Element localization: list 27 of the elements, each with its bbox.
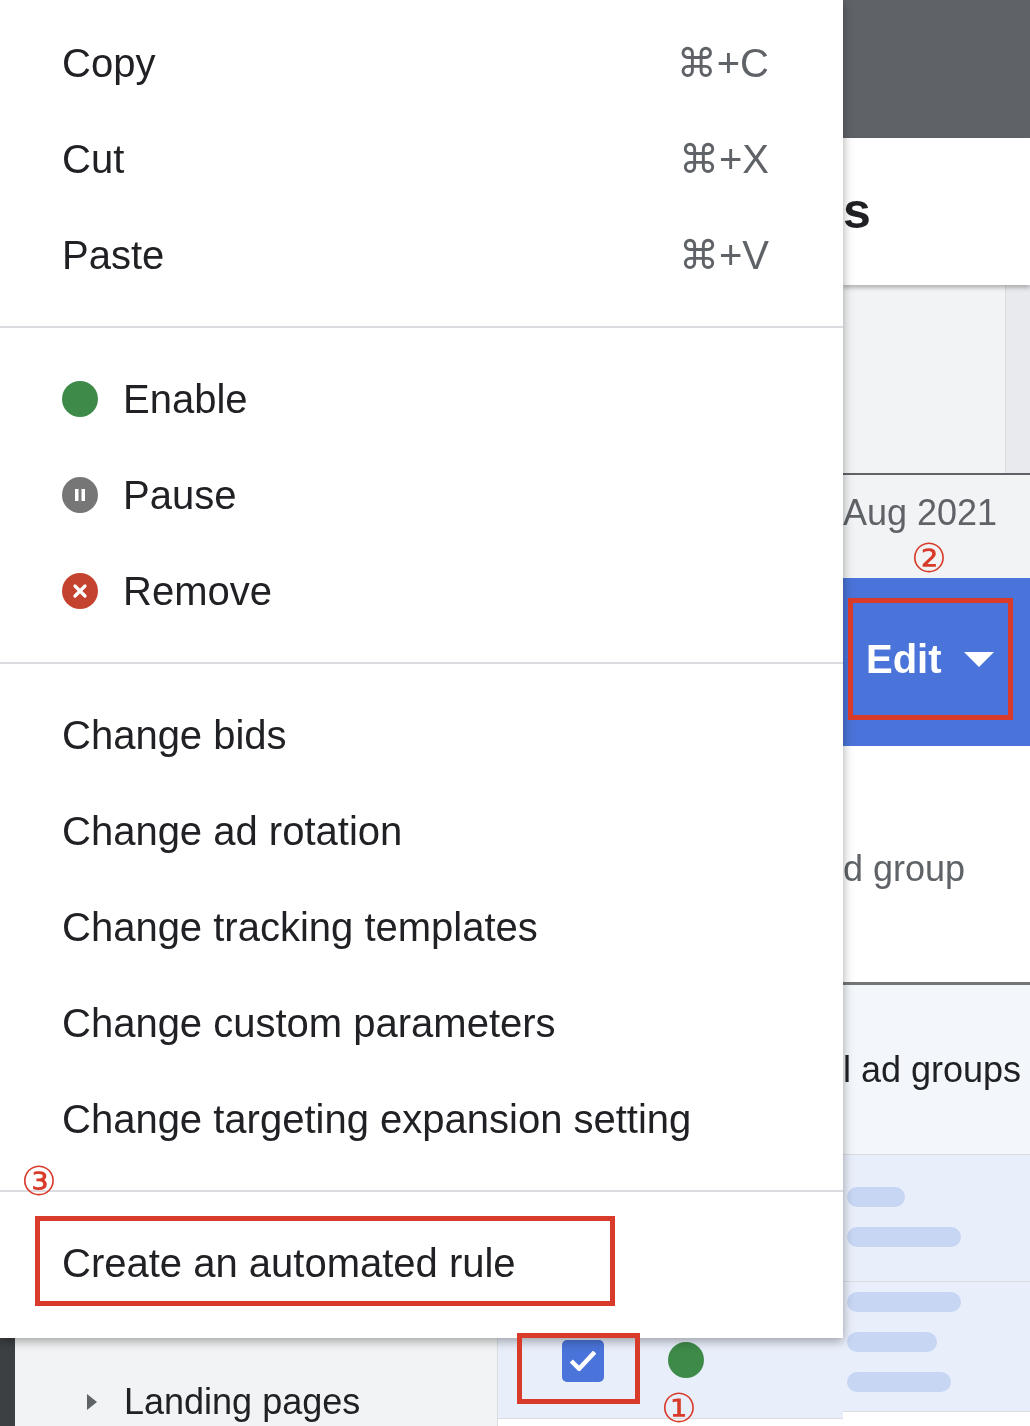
shortcut-text: ⌘+V [678,232,769,278]
menu-item[interactable]: Change custom parameters [0,975,843,1071]
menu-item[interactable]: Enable [0,351,843,447]
shortcut-text: ⌘+C [676,40,769,86]
menu-item[interactable]: Cut ⌘+X [0,111,843,207]
shortcut-text: ⌘+X [678,136,769,182]
sidebar-item[interactable]: Landing pages [85,1382,361,1422]
annotation-number: ③ [21,1161,57,1201]
edit-button[interactable]: Edit [864,634,996,684]
menu-item[interactable]: Change ad rotation [0,783,843,879]
checkbox[interactable] [562,1340,604,1382]
menu-item[interactable]: Create an automated rule [0,1215,843,1311]
total-row-label: l ad groups [843,1049,1022,1090]
caret-icon [963,651,994,667]
check-icon [570,1351,596,1371]
menu-item[interactable]: Remove [0,543,843,639]
blurred-text [847,1187,905,1207]
column-header[interactable]: d group [843,849,966,889]
menu-item[interactable]: Copy ⌘+C [0,15,843,111]
annotation-number: ① [661,1388,697,1426]
date-range-text: Aug 2021 [843,493,998,533]
page-title: s [843,182,871,239]
menu-item[interactable]: Change tracking templates [0,879,843,975]
menu-item[interactable]: Change bids [0,687,843,783]
menu-item[interactable]: Pause [0,447,843,543]
annotation-number: ② [911,538,947,578]
menu-item[interactable]: Paste ⌘+V [0,207,843,303]
